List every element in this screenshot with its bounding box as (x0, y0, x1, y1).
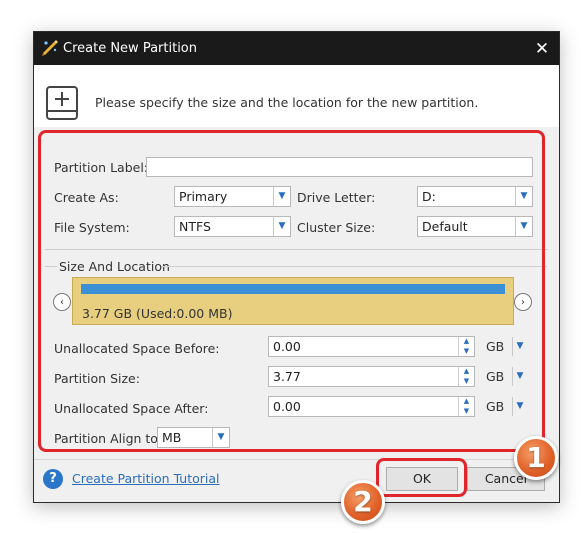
drive-letter-select[interactable]: D: ▼ (417, 186, 533, 207)
unit-value: GB (486, 339, 505, 354)
chevron-down-icon: ▼ (273, 187, 290, 206)
chevron-down-icon: ▼ (512, 367, 527, 386)
chevron-right-icon: › (521, 297, 525, 308)
partition-size-spinner[interactable]: 3.77 ▲ ▼ (268, 366, 475, 387)
unallocated-after-caption: Unallocated Space After: (54, 401, 209, 416)
step-badge-2: 2 (341, 480, 385, 524)
close-button[interactable]: ✕ (531, 38, 553, 60)
file-system-select[interactable]: NTFS ▼ (174, 216, 291, 237)
file-system-caption: File System: (54, 220, 130, 235)
spin-down-button[interactable]: ▼ (459, 377, 474, 386)
unallocated-before-spinner[interactable]: 0.00 ▲ ▼ (268, 336, 475, 357)
partition-block[interactable]: 3.77 GB (Used:0.00 MB) (72, 277, 514, 325)
create-as-caption: Create As: (54, 190, 119, 205)
spin-buttons: ▲ ▼ (458, 337, 474, 356)
unallocated-after-unit-select[interactable]: GB ▼ (482, 396, 527, 417)
title-bar: Create New Partition ✕ (34, 32, 559, 65)
scroll-left-button[interactable]: ‹ (53, 293, 71, 311)
unallocated-after-spinner[interactable]: 0.00 ▲ ▼ (268, 396, 475, 417)
spin-up-button[interactable]: ▲ (459, 337, 474, 346)
cluster-size-select[interactable]: Default ▼ (417, 216, 533, 237)
partition-align-value: MB (162, 430, 182, 445)
spin-up-button[interactable]: ▲ (459, 397, 474, 406)
help-icon[interactable]: ? (43, 469, 63, 489)
window-title: Create New Partition (63, 41, 197, 56)
drive-letter-value: D: (422, 189, 436, 204)
chevron-down-icon: ▼ (273, 217, 290, 236)
size-location-group-title: Size And Location (59, 259, 170, 274)
step-badge-1: 1 (514, 436, 558, 480)
unallocated-before-caption: Unallocated Space Before: (54, 341, 220, 356)
drive-letter-caption: Drive Letter: (297, 190, 376, 205)
cluster-size-value: Default (422, 219, 468, 234)
partition-info: 3.77 GB (Used:0.00 MB) (82, 306, 233, 321)
close-icon: ✕ (534, 39, 550, 59)
create-as-select[interactable]: Primary ▼ (174, 186, 291, 207)
create-as-value: Primary (179, 189, 228, 204)
unallocated-after-value: 0.00 (273, 399, 301, 414)
footer-divider (34, 459, 559, 460)
chevron-down-icon: ▼ (512, 337, 527, 356)
chevron-down-icon: ▼ (515, 217, 532, 236)
partition-align-caption: Partition Align to: (54, 431, 163, 446)
unallocated-before-unit-select[interactable]: GB ▼ (482, 336, 527, 357)
create-partition-dialog: Create New Partition ✕ Please specify th… (33, 31, 560, 503)
unallocated-before-value: 0.00 (273, 339, 301, 354)
create-partition-tutorial-link[interactable]: Create Partition Tutorial (72, 471, 220, 486)
chevron-down-icon: ▼ (515, 187, 532, 206)
header-message: Please specify the size and the location… (95, 95, 479, 110)
chevron-down-icon: ▼ (512, 397, 527, 416)
section-divider (45, 249, 548, 250)
unit-value: GB (486, 399, 505, 414)
partition-size-caption: Partition Size: (54, 371, 140, 386)
group-line-right (162, 266, 547, 267)
spin-buttons: ▲ ▼ (458, 367, 474, 386)
cluster-size-caption: Cluster Size: (297, 220, 376, 235)
app-icon (42, 40, 58, 56)
spin-up-button[interactable]: ▲ (459, 367, 474, 376)
spin-down-button[interactable]: ▼ (459, 407, 474, 416)
new-disk-icon (46, 86, 78, 120)
scroll-right-button[interactable]: › (514, 293, 532, 311)
partition-label-caption: Partition Label: (54, 160, 149, 175)
chevron-down-icon: ▼ (212, 428, 229, 447)
partition-label-input[interactable] (146, 157, 533, 177)
partition-size-unit-select[interactable]: GB ▼ (482, 366, 527, 387)
spin-down-button[interactable]: ▼ (459, 347, 474, 356)
file-system-value: NTFS (179, 219, 211, 234)
ok-button[interactable]: OK (386, 467, 458, 491)
dialog-header: Please specify the size and the location… (34, 65, 559, 127)
spin-buttons: ▲ ▼ (458, 397, 474, 416)
dialog-content: Partition Label: Create As: Primary ▼ Dr… (34, 127, 559, 502)
group-line-left (45, 266, 57, 267)
partition-usage-bar (81, 284, 505, 294)
partition-size-value: 3.77 (273, 369, 301, 384)
partition-align-select[interactable]: MB ▼ (157, 427, 230, 448)
chevron-left-icon: ‹ (60, 297, 64, 308)
unit-value: GB (486, 369, 505, 384)
